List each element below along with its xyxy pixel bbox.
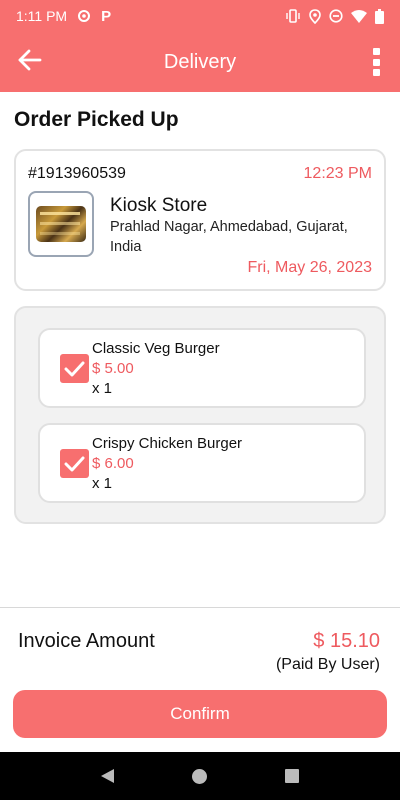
items-panel: Classic Veg Burger $ 5.00 x 1 Crispy Chi…	[14, 306, 386, 524]
item-quantity: x 1	[92, 475, 113, 492]
invoice-note: (Paid By User)	[275, 656, 380, 673]
battery-icon	[375, 8, 384, 24]
item-name: Classic Veg Burger	[92, 340, 220, 357]
order-date: Fri, May 26, 2023	[247, 259, 373, 276]
check-icon	[64, 456, 85, 471]
list-item: Classic Veg Burger $ 5.00 x 1	[38, 328, 366, 408]
wifi-icon	[351, 9, 367, 23]
store-address: Prahlad Nagar, Ahmedabad, Gujarat, India	[110, 219, 348, 255]
app-bar: Delivery	[0, 32, 400, 92]
settings-icon	[77, 9, 91, 23]
status-bar: 1:11 PM P	[0, 0, 400, 32]
store-image	[28, 191, 94, 257]
system-nav-bar	[0, 752, 400, 800]
store-name: Kiosk Store	[110, 195, 208, 216]
order-id: #1913960539	[28, 165, 126, 182]
arrow-left-icon	[18, 49, 42, 76]
item-checkbox[interactable]	[60, 449, 89, 478]
divider	[0, 607, 400, 608]
dnd-icon	[329, 9, 343, 23]
nav-home-icon[interactable]	[192, 768, 207, 784]
item-quantity: x 1	[92, 380, 113, 397]
confirm-button[interactable]: Confirm	[13, 690, 387, 738]
item-checkbox[interactable]	[60, 354, 89, 383]
check-icon	[64, 361, 85, 376]
item-name: Crispy Chicken Burger	[92, 435, 243, 452]
more-vertical-icon[interactable]	[368, 46, 384, 78]
back-button[interactable]	[0, 32, 60, 92]
nav-back-icon[interactable]	[101, 769, 114, 783]
p-app-icon: P	[101, 7, 112, 25]
list-item: Crispy Chicken Burger $ 6.00 x 1	[38, 423, 366, 503]
page-title: Delivery	[163, 50, 237, 73]
invoice-amount: $ 15.10	[313, 630, 380, 652]
section-title: Order Picked Up	[14, 108, 179, 131]
invoice-label: Invoice Amount	[18, 630, 155, 652]
nav-recents-icon[interactable]	[285, 769, 299, 783]
vibrate-icon	[285, 9, 301, 23]
order-card: #1913960539 12:23 PM Kiosk Store Prahlad…	[14, 149, 386, 291]
order-time: 12:23 PM	[303, 165, 372, 182]
location-icon	[309, 8, 321, 24]
status-time: 1:11 PM	[16, 8, 68, 24]
item-price: $ 5.00	[92, 360, 134, 377]
item-price: $ 6.00	[92, 455, 134, 472]
